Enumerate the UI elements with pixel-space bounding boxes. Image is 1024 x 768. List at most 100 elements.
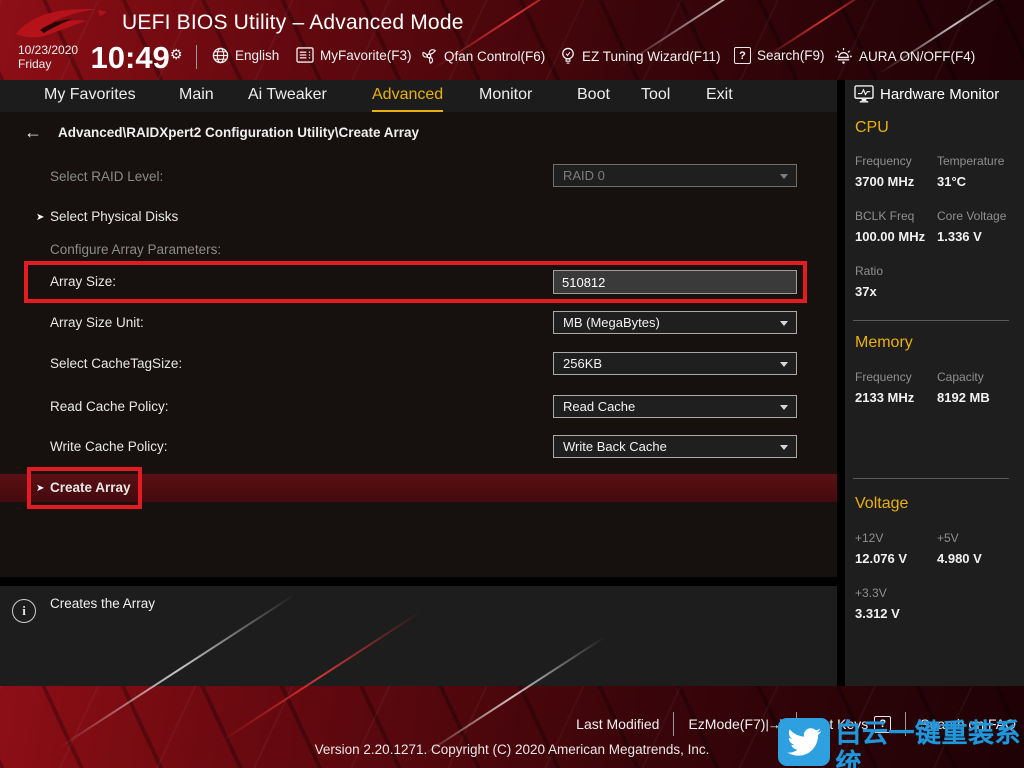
create-array-button[interactable]: Create Array <box>50 480 131 495</box>
plus5v-label: +5V <box>937 531 959 545</box>
watermark-title: 白云一键重装系统 <box>836 718 1024 768</box>
create-array-row[interactable]: ➤ Create Array <box>0 474 837 502</box>
ratio-label: Ratio <box>855 264 883 278</box>
help-info-panel: i Creates the Array <box>0 586 837 686</box>
write-cache-policy-dropdown[interactable]: Write Back Cache <box>553 435 797 458</box>
help-text: Creates the Array <box>50 596 155 611</box>
cache-tag-size-label: Select CacheTagSize: <box>50 356 182 371</box>
myfavorite-icon <box>296 47 314 63</box>
ez-tuning-button[interactable]: EZ Tuning Wizard(F11) <box>560 47 721 65</box>
array-size-unit-label: Array Size Unit: <box>50 315 144 330</box>
array-size-label: Array Size: <box>50 274 116 289</box>
search-label: Search(F9) <box>757 48 825 63</box>
watermark: 白云一键重装系统 www.baiyunxitong.com <box>778 718 1024 768</box>
cache-tag-size-dropdown[interactable]: 256KB <box>553 352 797 375</box>
search-button[interactable]: ? Search(F9) <box>734 47 825 64</box>
array-size-unit-dropdown[interactable]: MB (MegaBytes) <box>553 311 797 334</box>
breadcrumb: ← Advanced\RAIDXpert2 Configuration Util… <box>24 122 419 142</box>
globe-icon <box>212 47 229 64</box>
select-raid-level-label: Select RAID Level: <box>50 169 163 184</box>
bird-logo-icon <box>778 718 830 766</box>
voltage-section-title: Voltage <box>855 495 908 513</box>
sidebar-divider <box>853 320 1009 321</box>
bclk-freq-label: BCLK Freq <box>855 209 914 223</box>
tab-ai-tweaker[interactable]: Ai Tweaker <box>248 80 327 112</box>
top-banner: UEFI BIOS Utility – Advanced Mode 10/23/… <box>0 0 1024 80</box>
chevron-down-icon <box>780 174 788 179</box>
array-size-input[interactable] <box>553 270 797 294</box>
tab-monitor[interactable]: Monitor <box>479 80 532 112</box>
chevron-down-icon <box>780 321 788 326</box>
memory-frequency-label: Frequency <box>855 370 912 384</box>
plus3v-label: +3.3V <box>855 586 887 600</box>
time-settings-gear-icon[interactable]: ⚙ <box>170 46 183 62</box>
sidebar-divider <box>853 478 1009 479</box>
info-icon: i <box>12 599 36 623</box>
cpu-temperature-label: Temperature <box>937 154 1004 168</box>
memory-section-title: Memory <box>855 334 913 352</box>
tab-my-favorites[interactable]: My Favorites <box>44 80 136 112</box>
tab-main[interactable]: Main <box>179 80 214 112</box>
write-cache-policy-value: Write Back Cache <box>563 439 667 454</box>
footbar-divider <box>673 712 674 736</box>
memory-capacity-value: 8192 MB <box>937 390 990 405</box>
row-arrow-icon: ➤ <box>36 212 44 223</box>
read-cache-policy-value: Read Cache <box>563 399 635 414</box>
fan-icon <box>420 47 438 65</box>
chevron-down-icon <box>780 445 788 450</box>
cpu-frequency-label: Frequency <box>855 154 912 168</box>
bclk-freq-value: 100.00 MHz <box>855 229 925 244</box>
hardware-monitor-panel: Hardware Monitor CPU Frequency Temperatu… <box>845 80 1024 686</box>
app-title: UEFI BIOS Utility – Advanced Mode <box>122 11 464 35</box>
configure-array-parameters-label: Configure Array Parameters: <box>50 242 221 257</box>
plus12v-value: 12.076 V <box>855 551 907 566</box>
monitor-icon <box>854 85 874 103</box>
tab-boot[interactable]: Boot <box>577 80 610 112</box>
lightbulb-icon <box>560 47 576 65</box>
question-box-icon: ? <box>734 47 751 64</box>
cpu-frequency-value: 3700 MHz <box>855 174 914 189</box>
tab-advanced[interactable]: Advanced <box>372 80 443 112</box>
myfavorite-label: MyFavorite(F3) <box>320 48 412 63</box>
datetime: 10/23/2020 Friday 10:49⚙ <box>18 43 182 73</box>
ratio-value: 37x <box>855 284 877 299</box>
language-label: English <box>235 48 279 63</box>
time-text: 10:49 <box>91 40 170 75</box>
aura-label: AURA ON/OFF(F4) <box>859 49 975 64</box>
aura-lamp-icon <box>834 47 853 65</box>
write-cache-policy-label: Write Cache Policy: <box>50 439 168 454</box>
raid-level-dropdown: RAID 0 <box>553 164 797 187</box>
memory-capacity-label: Capacity <box>937 370 984 384</box>
tab-exit[interactable]: Exit <box>706 80 733 112</box>
tab-tool[interactable]: Tool <box>641 80 670 112</box>
main-panel: ← Advanced\RAIDXpert2 Configuration Util… <box>0 112 837 577</box>
cpu-section-title: CPU <box>855 119 889 137</box>
plus12v-label: +12V <box>855 531 883 545</box>
myfavorite-button[interactable]: MyFavorite(F3) <box>296 47 412 63</box>
hardware-monitor-header: Hardware Monitor <box>854 85 999 103</box>
raid-level-value: RAID 0 <box>563 168 605 183</box>
last-modified-button[interactable]: Last Modified <box>576 716 659 732</box>
cpu-temperature-value: 31°C <box>937 174 966 189</box>
ez-tuning-label: EZ Tuning Wizard(F11) <box>582 49 721 64</box>
ezmode-button[interactable]: EzMode(F7)|→] <box>688 716 782 732</box>
language-button[interactable]: English <box>212 47 279 64</box>
date-text: 10/23/2020 <box>18 43 78 57</box>
read-cache-policy-label: Read Cache Policy: <box>50 399 169 414</box>
chevron-down-icon <box>780 362 788 367</box>
toolbar-divider <box>196 45 197 69</box>
core-voltage-label: Core Voltage <box>937 209 1006 223</box>
array-size-unit-value: MB (MegaBytes) <box>563 315 660 330</box>
hardware-monitor-title: Hardware Monitor <box>880 86 999 103</box>
back-arrow-icon[interactable]: ← <box>24 122 42 142</box>
plus5v-value: 4.980 V <box>937 551 982 566</box>
qfan-label: Qfan Control(F6) <box>444 49 545 64</box>
chevron-down-icon <box>780 405 788 410</box>
qfan-control-button[interactable]: Qfan Control(F6) <box>420 47 545 65</box>
read-cache-policy-dropdown[interactable]: Read Cache <box>553 395 797 418</box>
cache-tag-size-value: 256KB <box>563 356 602 371</box>
breadcrumb-text: Advanced\RAIDXpert2 Configuration Utilit… <box>58 125 419 140</box>
select-physical-disks-item[interactable]: Select Physical Disks <box>50 209 178 224</box>
core-voltage-value: 1.336 V <box>937 229 982 244</box>
aura-button[interactable]: AURA ON/OFF(F4) <box>834 47 975 65</box>
